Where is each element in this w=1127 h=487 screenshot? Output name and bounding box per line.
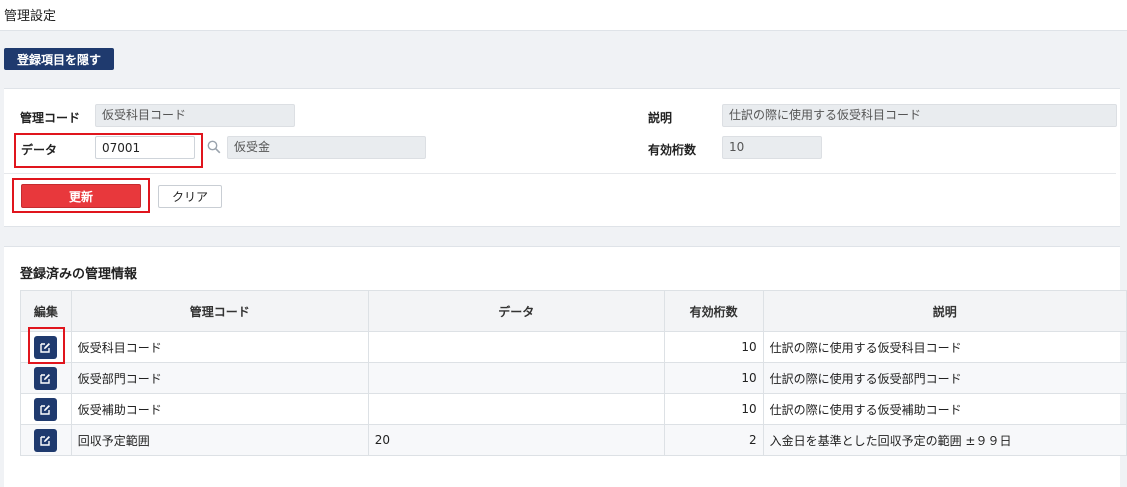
cell-code: 仮受部門コード (70, 362, 369, 394)
desc-field: 仕訳の際に使用する仮受科目コード (722, 104, 1117, 127)
page-title: 管理設定 (4, 9, 57, 24)
code-label: 管理コード (20, 111, 81, 125)
header-edit: 編集 (20, 290, 72, 332)
digits-label: 有効桁数 (648, 143, 697, 157)
clear-button[interactable]: クリア (158, 185, 222, 208)
edit-button[interactable] (34, 366, 58, 390)
desc-label: 説明 (648, 111, 673, 125)
cell-digits: 10 (663, 331, 764, 363)
cell-data (367, 393, 665, 425)
table-row: 仮受補助コード 10 仕訳の際に使用する仮受補助コード (20, 393, 1127, 425)
cell-code: 仮受補助コード (70, 393, 369, 425)
edit-cell (20, 393, 72, 425)
digits-field: 10 (722, 136, 822, 159)
table-row: 仮受部門コード 10 仕訳の際に使用する仮受部門コード (20, 362, 1127, 394)
data-label: データ (21, 143, 58, 157)
hide-fields-button[interactable]: 登録項目を隠す (4, 48, 114, 70)
cell-data: 20 (367, 424, 665, 456)
header-desc[interactable]: 説明 (762, 290, 1127, 332)
cell-desc: 仕訳の際に使用する仮受補助コード (762, 393, 1127, 425)
edit-icon (40, 373, 51, 384)
search-icon[interactable] (207, 140, 221, 157)
edit-button[interactable] (34, 428, 58, 452)
cell-desc: 入金日を基準とした回収予定の範囲 ±９９日 (762, 424, 1127, 456)
table-header-row: 編集 管理コード データ 有効桁数 説明 (20, 290, 1127, 332)
cell-digits: 10 (663, 362, 764, 394)
edit-button[interactable] (34, 397, 58, 421)
form-divider (4, 173, 1116, 174)
cell-code: 仮受科目コード (70, 331, 369, 363)
data-input[interactable] (95, 136, 195, 159)
table-row: 回収予定範囲 20 2 入金日を基準とした回収予定の範囲 ±９９日 (20, 424, 1127, 456)
cell-data (367, 331, 665, 363)
edit-highlight-box (28, 327, 65, 364)
cell-digits: 2 (663, 424, 764, 456)
section-title: 登録済みの管理情報 (20, 267, 138, 282)
cell-desc: 仕訳の際に使用する仮受部門コード (762, 362, 1127, 394)
title-bar: 管理設定 (0, 0, 1127, 31)
cell-data (367, 362, 665, 394)
cell-desc: 仕訳の際に使用する仮受科目コード (762, 331, 1127, 363)
data-name-field: 仮受金 (227, 136, 426, 159)
registered-table: 編集 管理コード データ 有効桁数 説明 仮受科目コード 10 仕訳の際に使用す… (20, 290, 1127, 456)
edit-cell (20, 362, 72, 394)
edit-cell (20, 424, 72, 456)
code-field: 仮受科目コード (95, 104, 295, 127)
header-code[interactable]: 管理コード (70, 290, 369, 332)
cell-code: 回収予定範囲 (70, 424, 369, 456)
edit-icon (40, 435, 51, 446)
header-data[interactable]: データ (367, 290, 665, 332)
table-row: 仮受科目コード 10 仕訳の際に使用する仮受科目コード (20, 331, 1127, 363)
update-button[interactable]: 更新 (21, 184, 141, 208)
cell-digits: 10 (663, 393, 764, 425)
edit-icon (40, 404, 51, 415)
header-digits[interactable]: 有効桁数 (663, 290, 764, 332)
